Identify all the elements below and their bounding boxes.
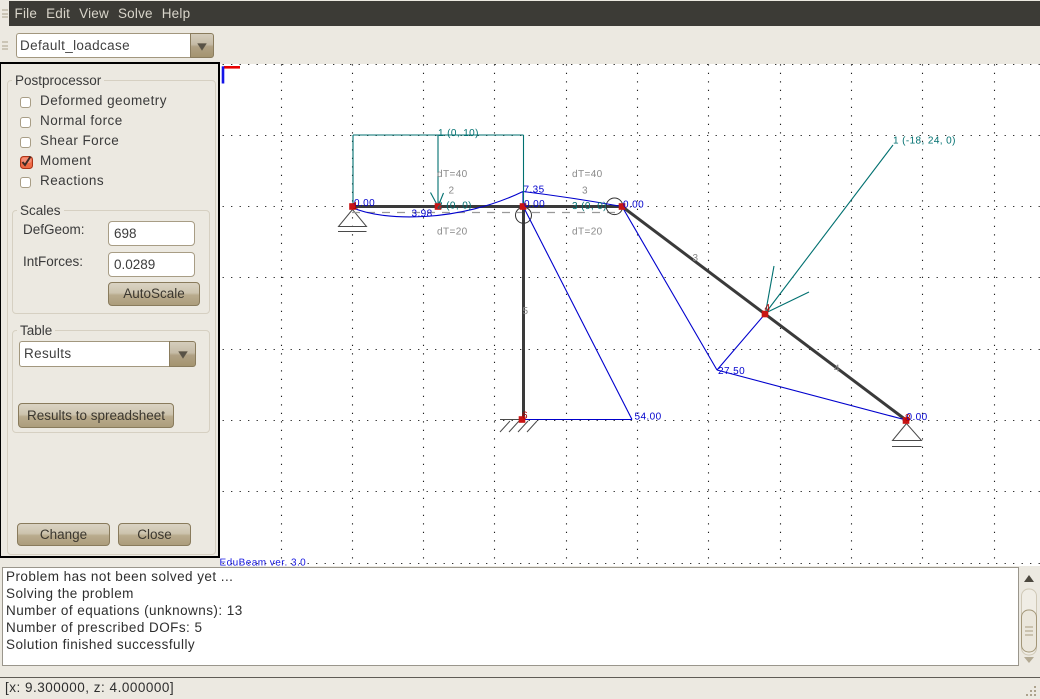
svg-text:0.00: 0.00 [524, 199, 545, 210]
svg-text:27.50: 27.50 [718, 366, 745, 377]
svg-text:dT=40: dT=40 [572, 169, 603, 180]
svg-text:2: 2 [449, 186, 455, 197]
svg-text:8: 8 [905, 413, 911, 424]
svg-text:7.35: 7.35 [524, 185, 545, 196]
svg-text:1 (-18, 24, 0): 1 (-18, 24, 0) [893, 136, 956, 147]
svg-text:dT=20: dT=20 [572, 227, 603, 238]
svg-text:5: 5 [523, 306, 529, 317]
svg-text:6: 6 [522, 411, 528, 422]
svg-text:54.00: 54.00 [635, 412, 662, 423]
svg-text:1: 1 [353, 201, 359, 212]
svg-text:dT=20: dT=20 [437, 227, 468, 238]
svg-text:0.00: 0.00 [623, 200, 644, 211]
svg-text:2 (0, 0): 2 (0, 0) [437, 201, 472, 212]
svg-text:3: 3 [693, 253, 699, 264]
svg-text:3: 3 [582, 186, 588, 197]
svg-text:dT=40: dT=40 [437, 169, 468, 180]
svg-text:4: 4 [765, 303, 771, 314]
svg-text:3 (0, 0): 3 (0, 0) [572, 201, 607, 212]
svg-text:1 (0, 10): 1 (0, 10) [438, 128, 479, 139]
svg-text:4: 4 [834, 364, 840, 375]
svg-text:3.98: 3.98 [412, 209, 433, 220]
